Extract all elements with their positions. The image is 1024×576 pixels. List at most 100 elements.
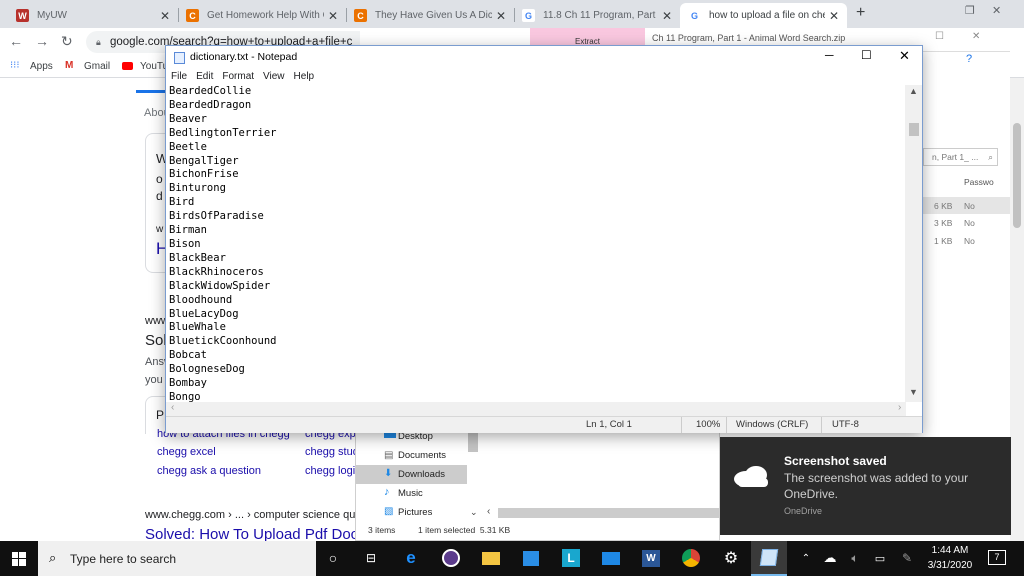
extract-search-box[interactable]: n, Part 1_ ... ⌕ xyxy=(923,148,998,166)
battery-icon[interactable]: ▭ xyxy=(870,548,890,568)
scroll-left-icon[interactable]: ‹ xyxy=(487,506,490,517)
windows-start-icon[interactable] xyxy=(12,552,26,566)
task-view-icon[interactable]: ⊟ xyxy=(361,548,381,568)
menu-edit[interactable]: Edit xyxy=(191,69,217,85)
mail-icon[interactable] xyxy=(601,548,621,568)
breadcrumb: www.chegg.com › ... › computer science q… xyxy=(145,509,356,521)
tab-myuw[interactable]: W MyUW ✕ xyxy=(8,3,178,28)
help-icon[interactable]: ? xyxy=(966,53,972,65)
file-size: 6 KB xyxy=(934,201,953,211)
text-editor-area[interactable]: BeardedCollie BeardedDragon Beaver Bedlingt… xyxy=(169,85,909,442)
volume-icon[interactable]: 🔈︎ xyxy=(845,548,865,568)
edge-icon[interactable]: e xyxy=(401,548,421,568)
gmail-icon: M xyxy=(65,60,74,71)
lumen-app-icon[interactable]: L xyxy=(561,548,581,568)
cortana-icon[interactable]: ○ xyxy=(323,548,343,568)
clock-date[interactable]: 3/31/2020 xyxy=(925,560,975,571)
close-tab-icon[interactable]: ✕ xyxy=(328,9,338,23)
forward-arrow-icon[interactable]: → xyxy=(35,33,49,49)
encoding: UTF-8 xyxy=(832,419,859,430)
text-line: BologneseDog xyxy=(169,363,245,376)
tab-chegg-homework[interactable]: C Get Homework Help With C ✕ xyxy=(178,3,346,28)
back-arrow-icon[interactable]: ← xyxy=(9,33,23,49)
text-line: BeardedCollie xyxy=(169,85,252,97)
related-search-link[interactable]: chegg logi xyxy=(305,465,355,477)
scroll-left-icon[interactable]: ‹ xyxy=(171,402,174,413)
nav-pictures[interactable]: Pictures xyxy=(398,507,432,518)
page-scrollbar[interactable] xyxy=(1010,78,1024,541)
taskbar-search-box[interactable]: ⌕ Type here to search xyxy=(38,541,316,576)
featured-snippet-card: W o d w H xyxy=(145,133,168,273)
restore-icon[interactable]: ❐ xyxy=(965,4,975,17)
chevron-down-icon[interactable]: ⌄ xyxy=(470,507,478,518)
google-favicon-icon: G xyxy=(522,9,535,22)
file-explorer-icon[interactable] xyxy=(481,548,501,568)
close-icon[interactable]: ✕ xyxy=(899,48,910,64)
onedrive-notification-toast[interactable]: Screenshot saved The screenshot was adde… xyxy=(720,437,1011,535)
text-line: Beaver xyxy=(169,112,207,125)
documents-icon: ▤ xyxy=(384,450,394,461)
action-center-icon[interactable]: 7 xyxy=(988,550,1006,565)
bookmark-gmail[interactable]: Gmail xyxy=(84,61,110,72)
close-window-icon[interactable]: ✕ xyxy=(992,4,1001,17)
toast-title: Screenshot saved xyxy=(784,454,887,468)
close-icon[interactable]: ✕ xyxy=(972,31,980,42)
word-icon[interactable]: W xyxy=(641,548,661,568)
clock-time[interactable]: 1:44 AM xyxy=(927,545,973,556)
scroll-right-icon[interactable]: › xyxy=(898,402,901,413)
notepad-taskbar-button[interactable] xyxy=(751,541,787,576)
extract-file-list: ? n, Part 1_ ... ⌕ Passwo 6 KB No 3 KB No… xyxy=(923,52,1010,252)
tab-upload-file-active[interactable]: G how to upload a file on che ✕ xyxy=(680,3,847,28)
text-line: Beetle xyxy=(169,140,207,153)
file-size: 1 KB xyxy=(934,236,953,246)
close-tab-icon[interactable]: ✕ xyxy=(160,9,170,23)
restore-icon[interactable]: ☐ xyxy=(935,31,944,42)
nav-downloads[interactable]: Downloads xyxy=(398,469,445,480)
settings-gear-icon[interactable]: ⚙ xyxy=(721,548,741,568)
related-search-link[interactable]: chegg ask a question xyxy=(157,465,261,477)
app-icon[interactable] xyxy=(441,548,461,568)
close-tab-icon[interactable]: ✕ xyxy=(662,9,672,23)
text-line: Bloodhound xyxy=(169,293,233,306)
close-tab-icon[interactable]: ✕ xyxy=(496,9,506,23)
scroll-down-icon[interactable]: ▼ xyxy=(909,387,918,397)
new-tab-button[interactable]: + xyxy=(856,4,865,22)
result-title-link[interactable]: Sol xyxy=(145,332,167,349)
minimize-icon[interactable]: ─ xyxy=(825,48,834,62)
onedrive-tray-icon[interactable]: ☁ xyxy=(820,548,840,568)
window-controls: ❐ ✕ xyxy=(948,4,1008,22)
chrome-icon[interactable] xyxy=(681,548,701,568)
show-hidden-icons-chevron-up-icon[interactable]: ⌃ xyxy=(796,548,816,568)
text-line: BengalTiger xyxy=(169,154,239,167)
bookmark-apps[interactable]: Apps xyxy=(30,61,53,72)
horizontal-scrollbar[interactable] xyxy=(498,508,720,518)
scroll-up-icon[interactable]: ▲ xyxy=(909,86,918,96)
close-tab-icon[interactable]: ✕ xyxy=(829,9,839,23)
tab-ch11-program[interactable]: G 11.8 Ch 11 Program, Part 1 ✕ xyxy=(514,3,680,28)
reload-icon[interactable]: ↻ xyxy=(61,33,73,50)
maximize-icon[interactable]: ☐ xyxy=(861,48,872,62)
related-search-link[interactable]: chegg excel xyxy=(157,446,216,458)
file-size: 3 KB xyxy=(934,218,953,228)
horizontal-scrollbar[interactable]: ‹ › xyxy=(166,402,906,416)
vertical-scrollbar[interactable]: ▲ ▼ xyxy=(905,85,922,402)
menu-file[interactable]: File xyxy=(166,69,191,85)
tab-title: Get Homework Help With C xyxy=(207,10,324,21)
pen-icon[interactable]: ✎ xyxy=(897,548,917,568)
text-line: BirdsOfParadise xyxy=(169,210,264,223)
items-count: 3 items xyxy=(368,525,396,535)
menu-help[interactable]: Help xyxy=(289,69,319,85)
tab-chegg-dictionary[interactable]: C They Have Given Us A Dicti ✕ xyxy=(346,3,514,28)
bookmark-youtube[interactable]: YouTu xyxy=(140,61,168,72)
nav-music[interactable]: Music xyxy=(398,488,423,499)
tab-title: how to upload a file on che xyxy=(709,10,825,21)
scroll-thumb[interactable] xyxy=(909,123,919,136)
related-search-link[interactable]: chegg stud xyxy=(305,446,359,458)
store-icon[interactable] xyxy=(521,548,541,568)
menu-format[interactable]: Format xyxy=(217,69,258,85)
pictures-icon: ▧ xyxy=(384,506,394,517)
text-line: Bird xyxy=(169,196,195,209)
menu-view[interactable]: View xyxy=(258,69,289,85)
file-password: No xyxy=(964,218,975,228)
nav-documents[interactable]: Documents xyxy=(398,450,446,461)
